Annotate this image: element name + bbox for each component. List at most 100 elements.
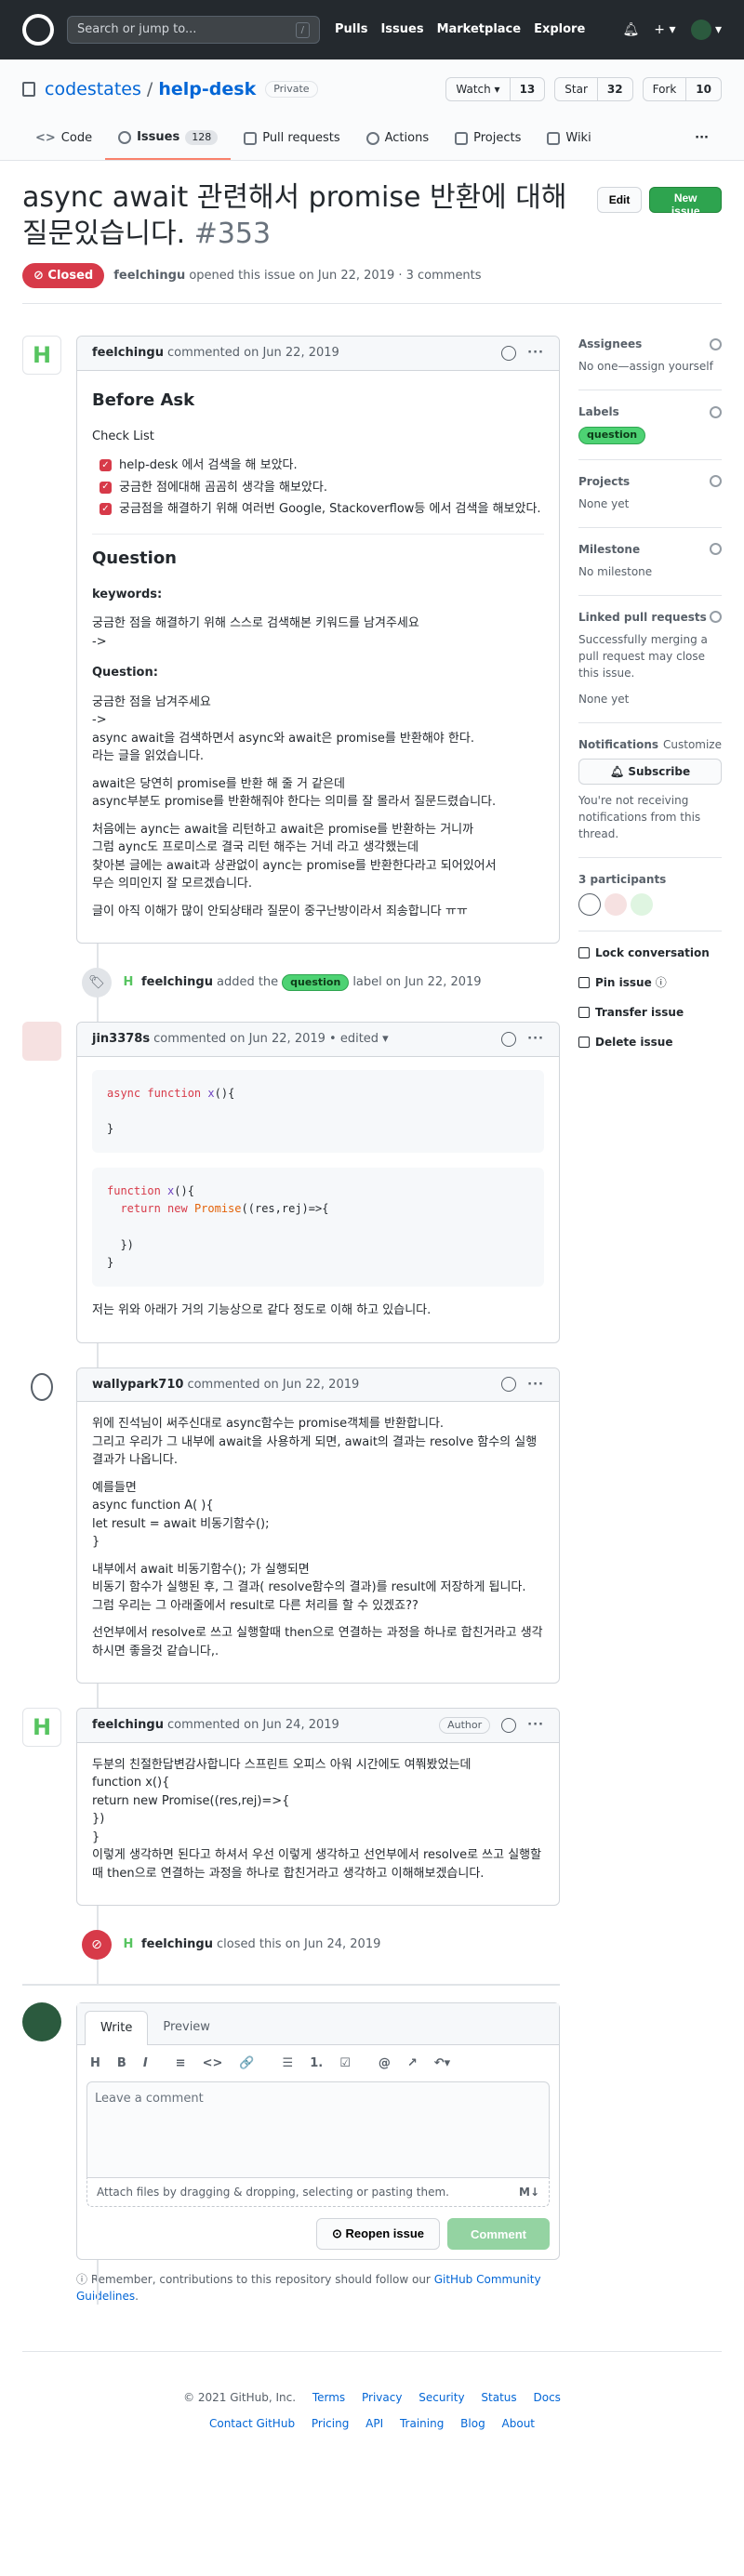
footer-link-blog[interactable]: Blog bbox=[460, 2417, 485, 2430]
search-input[interactable]: Search or jump to... / bbox=[67, 16, 320, 44]
comment-author[interactable]: feelchingu bbox=[92, 344, 164, 363]
question-label[interactable]: question bbox=[578, 427, 646, 444]
footer-link-api[interactable]: API bbox=[365, 2417, 383, 2430]
fork-count[interactable]: 10 bbox=[685, 78, 721, 100]
comment-button[interactable]: Comment bbox=[447, 2218, 550, 2250]
comment-textarea[interactable]: Leave a comment bbox=[86, 2081, 550, 2178]
emoji-icon[interactable] bbox=[501, 345, 517, 361]
subscribe-button[interactable]: 🔔︎ Subscribe bbox=[578, 758, 722, 785]
footer-link-privacy[interactable]: Privacy bbox=[362, 2391, 402, 2404]
avatar[interactable]: H bbox=[121, 975, 136, 990]
comment-date[interactable]: commented on Jun 22, 2019 • edited ▾ bbox=[153, 1030, 389, 1049]
bold-icon[interactable]: B bbox=[117, 2054, 126, 2073]
footer-link-security[interactable]: Security bbox=[418, 2391, 464, 2404]
avatar[interactable]: H bbox=[22, 336, 61, 375]
avatar[interactable] bbox=[22, 1367, 61, 1407]
assignees-text[interactable]: No one—assign yourself bbox=[578, 358, 722, 375]
link-icon[interactable]: 🔗 bbox=[239, 2054, 254, 2073]
star-button[interactable]: Star 32 bbox=[554, 77, 633, 101]
quote-icon[interactable]: ≡ bbox=[176, 2054, 186, 2073]
mention-icon[interactable]: @ bbox=[379, 2054, 391, 2073]
lock-conversation-button[interactable]: Lock conversation bbox=[578, 945, 722, 961]
checkbox-icon[interactable]: ✓ bbox=[100, 459, 112, 472]
delete-issue-button[interactable]: Delete issue bbox=[578, 1034, 722, 1050]
checkbox-icon[interactable]: ✓ bbox=[100, 481, 112, 494]
comment-author[interactable]: jin3378s bbox=[92, 1030, 150, 1049]
more-options-icon[interactable]: ··· bbox=[527, 1716, 544, 1735]
event-author[interactable]: feelchingu bbox=[141, 1935, 213, 1954]
watch-button[interactable]: Watch ▾ 13 bbox=[445, 77, 546, 101]
nav-pulls[interactable]: Pulls bbox=[335, 20, 367, 39]
repo-name-link[interactable]: help-desk bbox=[158, 79, 256, 99]
nav-issues[interactable]: Issues bbox=[380, 20, 423, 39]
linked-pr-title[interactable]: Linked pull requests bbox=[578, 609, 707, 626]
comment-author[interactable]: wallypark710 bbox=[92, 1376, 183, 1394]
tab-wiki[interactable]: Wiki bbox=[534, 121, 604, 160]
comment-date[interactable]: commented on Jun 22, 2019 bbox=[167, 344, 339, 363]
reopen-issue-button[interactable]: ⊙ Reopen issue bbox=[315, 2218, 440, 2250]
gear-icon[interactable] bbox=[710, 405, 722, 418]
issue-author-link[interactable]: feelchingu bbox=[113, 269, 185, 283]
checkbox-icon[interactable]: ✓ bbox=[100, 503, 112, 516]
gear-icon[interactable] bbox=[710, 543, 722, 555]
footer-link-terms[interactable]: Terms bbox=[312, 2391, 345, 2404]
assignees-title[interactable]: Assignees bbox=[578, 336, 642, 352]
nav-explore[interactable]: Explore bbox=[534, 20, 585, 39]
star-count[interactable]: 32 bbox=[596, 78, 632, 100]
avatar[interactable]: H bbox=[121, 1937, 136, 1952]
customize-link[interactable]: Customize bbox=[663, 736, 722, 753]
bell-icon[interactable]: 🔔︎ bbox=[623, 20, 640, 40]
footer-link-pricing[interactable]: Pricing bbox=[312, 2417, 349, 2430]
italic-icon[interactable]: I bbox=[143, 2054, 148, 2073]
footer-link-training[interactable]: Training bbox=[400, 2417, 444, 2430]
emoji-icon[interactable] bbox=[501, 1377, 517, 1393]
saved-replies-icon[interactable]: ↶▾ bbox=[434, 2054, 450, 2073]
tab-projects[interactable]: Projects bbox=[442, 121, 534, 160]
pin-issue-button[interactable]: Pin issue ⓘ bbox=[578, 974, 722, 991]
tab-actions[interactable]: Actions bbox=[353, 121, 443, 160]
avatar[interactable] bbox=[22, 2002, 61, 2041]
fork-button[interactable]: Fork 10 bbox=[642, 77, 722, 101]
tab-preview[interactable]: Preview bbox=[148, 2011, 225, 2044]
gear-icon[interactable] bbox=[710, 611, 722, 623]
gear-icon[interactable] bbox=[710, 475, 722, 487]
avatar[interactable] bbox=[22, 1022, 61, 1061]
tab-pull-requests[interactable]: Pull requests bbox=[231, 121, 352, 160]
event-author[interactable]: feelchingu bbox=[141, 973, 213, 992]
comment-date[interactable]: commented on Jun 24, 2019 bbox=[167, 1716, 339, 1735]
edit-button[interactable]: Edit bbox=[596, 186, 643, 213]
avatar[interactable] bbox=[578, 892, 601, 916]
nav-marketplace[interactable]: Marketplace bbox=[437, 20, 522, 39]
more-options-icon[interactable]: ··· bbox=[527, 1376, 544, 1394]
tab-write[interactable]: Write bbox=[85, 2011, 149, 2045]
milestone-title[interactable]: Milestone bbox=[578, 541, 640, 558]
footer-link-about[interactable]: About bbox=[502, 2417, 535, 2430]
create-new-dropdown[interactable]: + ▾ bbox=[654, 20, 675, 40]
footer-link-docs[interactable]: Docs bbox=[533, 2391, 560, 2404]
watch-count[interactable]: 13 bbox=[509, 78, 545, 100]
projects-title[interactable]: Projects bbox=[578, 473, 630, 490]
numbered-list-icon[interactable]: 1. bbox=[310, 2054, 323, 2073]
comment-date[interactable]: commented on Jun 22, 2019 bbox=[187, 1376, 359, 1394]
github-logo-icon[interactable] bbox=[22, 14, 54, 46]
heading-icon[interactable]: H bbox=[90, 2054, 100, 2073]
emoji-icon[interactable] bbox=[501, 1031, 517, 1047]
emoji-icon[interactable] bbox=[501, 1717, 517, 1733]
footer-link-contact[interactable]: Contact GitHub bbox=[209, 2417, 295, 2430]
attach-files-area[interactable]: Attach files by dragging & dropping, sel… bbox=[86, 2178, 550, 2207]
comment-author[interactable]: feelchingu bbox=[92, 1716, 164, 1735]
tab-code[interactable]: <> Code bbox=[22, 121, 105, 160]
transfer-issue-button[interactable]: Transfer issue bbox=[578, 1004, 722, 1021]
user-menu[interactable]: ▾ bbox=[690, 20, 722, 40]
footer-link-status[interactable]: Status bbox=[481, 2391, 516, 2404]
code-icon[interactable]: <> bbox=[203, 2054, 223, 2073]
more-options-icon[interactable]: ··· bbox=[527, 1030, 544, 1049]
avatar[interactable] bbox=[604, 892, 627, 916]
more-options-icon[interactable]: ··· bbox=[527, 344, 544, 363]
gear-icon[interactable] bbox=[710, 337, 722, 350]
reference-icon[interactable]: ↗ bbox=[407, 2054, 418, 2073]
repo-owner-link[interactable]: codestates bbox=[45, 79, 141, 99]
labels-title[interactable]: Labels bbox=[578, 403, 619, 420]
markdown-icon[interactable]: M↓ bbox=[519, 2184, 539, 2200]
new-issue-button[interactable]: New issue bbox=[649, 186, 722, 218]
